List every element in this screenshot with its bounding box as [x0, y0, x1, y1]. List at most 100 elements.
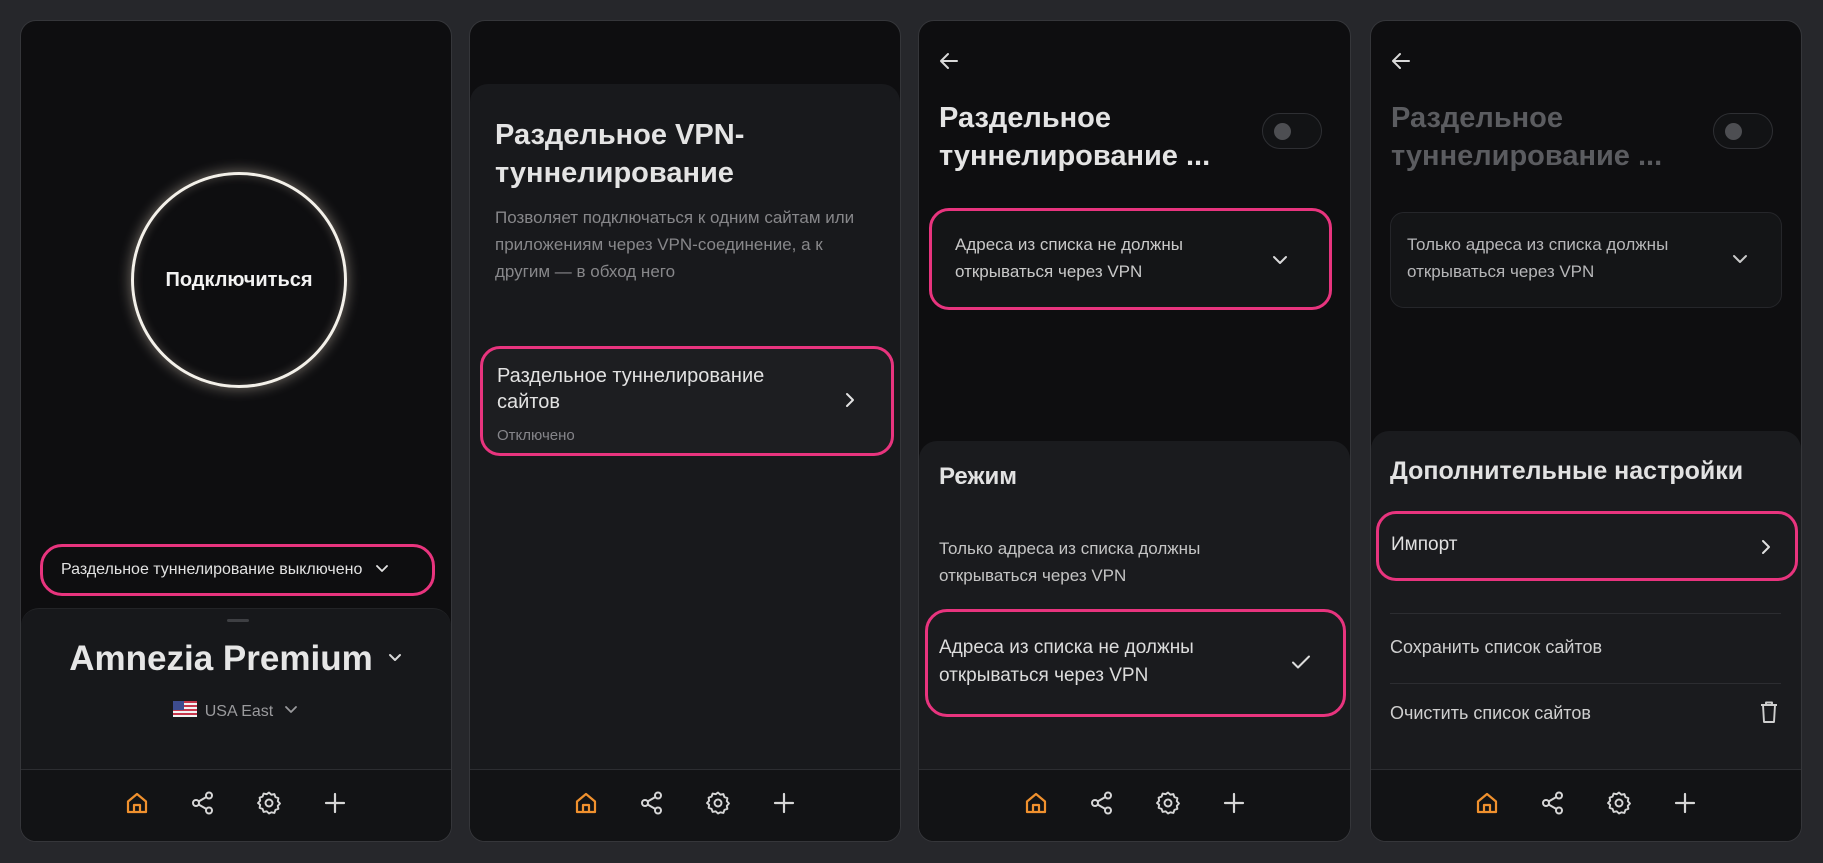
nav-settings[interactable]	[236, 784, 302, 828]
split-tunneling-toggle[interactable]	[1262, 113, 1322, 149]
description-line3: другим — в обход него	[495, 262, 676, 281]
plus-icon	[770, 789, 798, 822]
split-tunneling-status-label: Раздельное туннелирование выключено	[61, 561, 363, 578]
mode-dropdown[interactable]: Только адреса из списка должны открывать…	[1390, 212, 1782, 308]
mode-option-only-listed[interactable]: Только адреса из списка должны открывать…	[939, 535, 1200, 589]
site-split-tunneling-item[interactable]: Раздельное туннелирование сайтов Отключе…	[480, 346, 894, 456]
item-title-line2: сайтов	[497, 391, 560, 413]
page-title-line1: Раздельное VPN-	[495, 119, 745, 151]
nav-settings[interactable]	[685, 784, 751, 828]
option2-line2: открываться через VPN	[939, 665, 1149, 686]
option1-line2: открываться через VPN	[939, 566, 1127, 585]
gear-icon	[1154, 789, 1182, 822]
additional-settings-sheet: Дополнительные настройки Импорт Сохранит…	[1371, 431, 1801, 769]
description-line1: Позволяет подключаться к одним сайтам ил…	[495, 208, 855, 227]
bottom-navigation	[1371, 769, 1801, 841]
option1-line1: Только адреса из списка должны	[939, 539, 1201, 558]
share-icon	[638, 789, 666, 822]
server-sheet: Amnezia Premium USA East	[21, 608, 451, 771]
us-flag-icon	[172, 701, 197, 722]
screen-home: Подключиться Раздельное туннелирование в…	[20, 20, 452, 842]
chevron-down-icon	[374, 560, 390, 581]
mode-dropdown[interactable]: Адреса из списка не должны открываться ч…	[929, 208, 1332, 310]
back-arrow-icon[interactable]	[937, 49, 961, 73]
split-tunneling-toggle[interactable]	[1713, 113, 1773, 149]
import-item[interactable]: Импорт	[1376, 511, 1798, 581]
nav-share[interactable]	[170, 784, 236, 828]
location-selector[interactable]: USA East	[21, 701, 451, 722]
divider	[1390, 683, 1781, 684]
nav-home[interactable]	[553, 784, 619, 828]
connect-button[interactable]: Подключиться	[131, 172, 347, 388]
mode-dropdown-value: Только адреса из списка должны открывать…	[1407, 231, 1668, 285]
plus-icon	[1220, 789, 1248, 822]
server-name: Amnezia Premium	[69, 639, 373, 678]
option2-line1: Адреса из списка не должны	[939, 637, 1194, 658]
nav-add[interactable]	[751, 784, 817, 828]
location-label: USA East	[204, 702, 274, 720]
nav-share[interactable]	[1069, 784, 1135, 828]
nav-share[interactable]	[619, 784, 685, 828]
nav-add[interactable]	[302, 784, 368, 828]
home-icon	[123, 789, 151, 822]
gear-icon	[704, 789, 732, 822]
bottom-navigation	[470, 769, 900, 841]
chevron-down-icon	[283, 701, 299, 722]
nav-settings[interactable]	[1135, 784, 1201, 828]
save-sites-list-item[interactable]: Сохранить список сайтов	[1390, 617, 1781, 683]
site-split-tunneling-title: Раздельное туннелирование сайтов	[497, 363, 764, 415]
chevron-right-icon	[841, 391, 859, 409]
share-icon	[1088, 789, 1116, 822]
plus-icon	[1671, 789, 1699, 822]
description-line2: приложениям через VPN-соединение, а к	[495, 235, 823, 254]
nav-home[interactable]	[104, 784, 170, 828]
gear-icon	[1605, 789, 1633, 822]
connect-label: Подключиться	[165, 268, 313, 291]
share-icon	[1539, 789, 1567, 822]
screen-additional-settings: Раздельное туннелирование ... Только адр…	[1370, 20, 1802, 842]
server-selector[interactable]: Amnezia Premium	[21, 639, 451, 679]
dropdown-line2: открываться через VPN	[1407, 262, 1595, 281]
save-sites-list-label: Сохранить список сайтов	[1390, 637, 1603, 657]
home-icon	[572, 789, 600, 822]
site-split-tunneling-status: Отключено	[497, 427, 575, 444]
clear-sites-list-item[interactable]: Очистить список сайтов	[1390, 687, 1781, 753]
nav-home[interactable]	[1454, 784, 1520, 828]
nav-share[interactable]	[1520, 784, 1586, 828]
home-icon	[1473, 789, 1501, 822]
item-title-line1: Раздельное туннелирование	[497, 365, 765, 387]
mode-sheet-title: Режим	[939, 463, 1017, 490]
bottom-navigation	[919, 769, 1350, 841]
share-icon	[189, 789, 217, 822]
page-title-line2: туннелирование ...	[1391, 140, 1663, 172]
dropdown-line1: Только адреса из списка должны	[1407, 235, 1669, 254]
bottom-navigation	[21, 769, 451, 841]
mode-sheet: Режим Только адреса из списка должны отк…	[919, 441, 1350, 769]
page-title: Раздельное VPN- туннелирование	[495, 116, 744, 192]
import-label: Импорт	[1391, 534, 1458, 555]
page-title-line1: Раздельное	[1391, 102, 1564, 134]
sheet-title: Дополнительные настройки	[1390, 457, 1744, 485]
divider	[1390, 613, 1781, 614]
home-icon	[1022, 789, 1050, 822]
split-tunneling-status-button[interactable]: Раздельное туннелирование выключено	[40, 544, 435, 596]
nav-settings[interactable]	[1586, 784, 1652, 828]
nav-home[interactable]	[1003, 784, 1069, 828]
page-title: Раздельное туннелирование ...	[1391, 99, 1662, 175]
sheet-handle[interactable]	[227, 619, 249, 622]
nav-add[interactable]	[1652, 784, 1718, 828]
checkmark-icon	[1289, 650, 1313, 674]
dropdown-line1: Адреса из списка не должны	[955, 235, 1184, 254]
chevron-down-icon	[1731, 250, 1749, 268]
page-description: Позволяет подключаться к одним сайтам ил…	[495, 204, 854, 285]
plus-icon	[321, 789, 349, 822]
chevron-down-icon	[1271, 251, 1289, 269]
nav-add[interactable]	[1201, 784, 1267, 828]
settings-sheet: Раздельное VPN- туннелирование Позволяет…	[470, 84, 900, 769]
dropdown-line2: открываться через VPN	[955, 262, 1143, 281]
screen-site-split-tunneling-mode: Раздельное туннелирование ... Адреса из …	[918, 20, 1351, 842]
mode-option-exclude-listed[interactable]: Адреса из списка не должны открываться ч…	[925, 609, 1346, 717]
clear-sites-list-label: Очистить список сайтов	[1390, 703, 1591, 723]
back-arrow-icon[interactable]	[1389, 49, 1413, 73]
page-title-line2: туннелирование ...	[939, 140, 1211, 172]
